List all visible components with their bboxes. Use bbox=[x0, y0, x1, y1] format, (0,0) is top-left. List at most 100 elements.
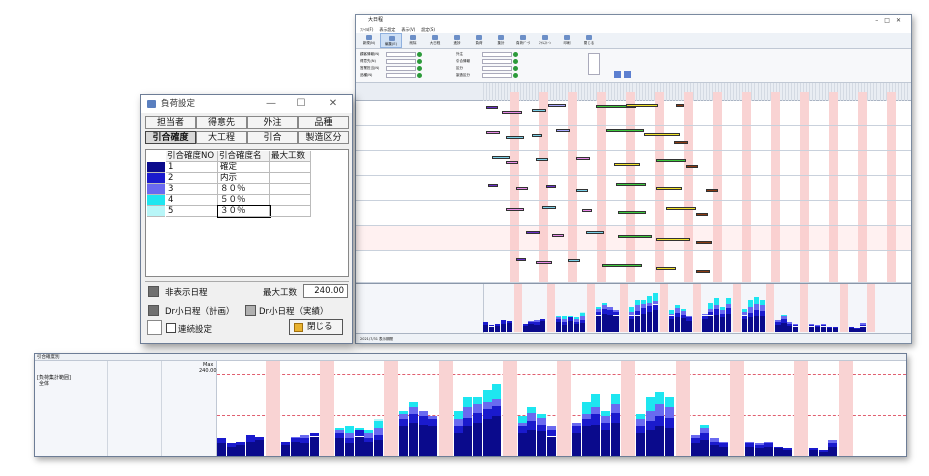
toolbar-button[interactable]: 削除 bbox=[402, 33, 424, 48]
search-icon[interactable] bbox=[417, 73, 422, 78]
filter-field[interactable] bbox=[482, 66, 512, 71]
color-swatch[interactable] bbox=[147, 206, 165, 217]
toolbar-button[interactable]: 負荷 bbox=[468, 33, 490, 48]
gantt-task-bar[interactable] bbox=[656, 267, 676, 270]
toolbar-button[interactable]: 負荷ﾃﾞｰﾀ bbox=[512, 33, 534, 48]
menu-item[interactable]: 設定(S) bbox=[421, 27, 435, 32]
maximize-icon[interactable]: ☐ bbox=[291, 95, 311, 113]
gantt-task-bar[interactable] bbox=[626, 104, 658, 107]
gantt-task-bar[interactable] bbox=[486, 106, 498, 109]
gantt-task-bar[interactable] bbox=[696, 213, 708, 216]
toolbar-button[interactable]: 閉じる bbox=[578, 33, 600, 48]
close-icon[interactable]: ✕ bbox=[323, 95, 343, 113]
tab-tokuisaki[interactable]: 得意先 bbox=[196, 116, 247, 129]
cell-no[interactable]: 3 bbox=[166, 184, 218, 195]
toolbar-button[interactable]: 印刷 bbox=[556, 33, 578, 48]
gantt-task-bar[interactable] bbox=[606, 129, 644, 132]
col-header-no[interactable]: 引合確度NO bbox=[166, 151, 218, 162]
gantt-task-bar[interactable] bbox=[576, 157, 590, 160]
gantt-task-bar[interactable] bbox=[486, 131, 500, 134]
toolbar-button[interactable]: ﾏｲﾙｽﾄｰﾝ bbox=[534, 33, 556, 48]
gantt-task-bar[interactable] bbox=[548, 104, 566, 107]
gantt-task-bar[interactable] bbox=[618, 235, 652, 238]
tab-daikoutei[interactable]: 大工程 bbox=[196, 131, 247, 144]
dr-actual-swatch[interactable] bbox=[245, 305, 256, 316]
cell-max[interactable] bbox=[270, 195, 311, 206]
color-swatch[interactable] bbox=[147, 195, 165, 206]
search-icon[interactable] bbox=[513, 52, 518, 57]
toolbar-button[interactable]: 編集(E) bbox=[380, 33, 402, 48]
menu-item[interactable]: ﾌｧｲﾙ(F) bbox=[360, 27, 373, 32]
cell-name[interactable]: 確定 bbox=[218, 162, 270, 173]
gantt-task-bar[interactable] bbox=[506, 208, 524, 211]
gantt-row[interactable] bbox=[356, 176, 911, 201]
search-icon[interactable] bbox=[417, 66, 422, 71]
tab-hikiai[interactable]: 引合 bbox=[247, 131, 298, 144]
filter-field[interactable] bbox=[482, 59, 512, 64]
dr-plan-swatch[interactable] bbox=[148, 305, 159, 316]
menu-item[interactable]: 表示設定 bbox=[379, 27, 395, 32]
tab-hikiai-kakudo[interactable]: 引合確度 bbox=[145, 131, 196, 144]
cell-name[interactable]: ５０％ bbox=[218, 195, 270, 206]
gantt-task-bar[interactable] bbox=[586, 231, 604, 234]
gantt-row[interactable] bbox=[356, 226, 911, 251]
gantt-task-bar[interactable] bbox=[536, 158, 548, 161]
continuous-checkbox[interactable] bbox=[166, 323, 176, 333]
tab-tantousha[interactable]: 担当者 bbox=[145, 116, 196, 129]
nav-next-icon[interactable] bbox=[624, 71, 631, 78]
cell-no[interactable]: 4 bbox=[166, 195, 218, 206]
max-workload-input[interactable]: 240.00 bbox=[303, 284, 348, 298]
gantt-task-bar[interactable] bbox=[696, 270, 710, 273]
cell-name[interactable]: 内示 bbox=[218, 173, 270, 184]
cell-no[interactable]: 1 bbox=[166, 162, 218, 173]
col-header-max[interactable]: 最大工数 bbox=[270, 151, 311, 162]
filter-field[interactable] bbox=[386, 73, 416, 78]
search-icon[interactable] bbox=[513, 73, 518, 78]
gantt-task-bar[interactable] bbox=[526, 231, 540, 234]
color-swatch[interactable] bbox=[147, 162, 165, 173]
color-swatch[interactable] bbox=[147, 184, 165, 195]
cell-no[interactable]: 5 bbox=[166, 206, 218, 217]
gantt-task-bar[interactable] bbox=[582, 209, 592, 212]
search-icon[interactable] bbox=[513, 66, 518, 71]
gantt-task-bar[interactable] bbox=[492, 156, 510, 159]
cell-name[interactable]: ３０％ bbox=[217, 205, 271, 218]
filter-field[interactable] bbox=[482, 52, 512, 57]
toolbar-button[interactable]: 進捗 bbox=[446, 33, 468, 48]
gantt-task-bar[interactable] bbox=[532, 134, 542, 137]
gantt-task-bar[interactable] bbox=[616, 183, 646, 186]
filter-field[interactable] bbox=[386, 66, 416, 71]
nav-prev-icon[interactable] bbox=[614, 71, 621, 78]
search-icon[interactable] bbox=[417, 59, 422, 64]
color-swatch[interactable] bbox=[147, 173, 165, 184]
gantt-task-bar[interactable] bbox=[556, 129, 570, 132]
col-header-name[interactable]: 引合確度名 bbox=[218, 151, 270, 162]
gantt-row[interactable] bbox=[356, 251, 911, 283]
gantt-task-bar[interactable] bbox=[618, 211, 646, 214]
gantt-task-bar[interactable] bbox=[676, 104, 684, 107]
filter-field[interactable] bbox=[386, 52, 416, 57]
toolbar-button[interactable]: 集計 bbox=[490, 33, 512, 48]
gantt-task-bar[interactable] bbox=[686, 165, 698, 168]
minimize-icon[interactable]: — bbox=[261, 95, 281, 113]
menu-item[interactable]: 表示(V) bbox=[401, 27, 415, 32]
tab-gaichu[interactable]: 外注 bbox=[247, 116, 298, 129]
gantt-task-bar[interactable] bbox=[536, 261, 552, 264]
gantt-task-bar[interactable] bbox=[576, 189, 588, 192]
gantt-task-bar[interactable] bbox=[656, 238, 690, 241]
gantt-task-bar[interactable] bbox=[644, 133, 680, 136]
toolbar-button[interactable]: 大日程 bbox=[424, 33, 446, 48]
gantt-task-bar[interactable] bbox=[516, 258, 526, 261]
gantt-task-bar[interactable] bbox=[706, 189, 718, 192]
gantt-task-bar[interactable] bbox=[602, 264, 642, 267]
toolbar-button[interactable]: 新規(N) bbox=[358, 33, 380, 48]
gantt-task-bar[interactable] bbox=[502, 111, 522, 114]
cell-max[interactable] bbox=[270, 162, 311, 173]
hidden-schedule-swatch[interactable] bbox=[148, 286, 159, 297]
window-controls[interactable]: –□✕ bbox=[875, 15, 907, 26]
gantt-task-bar[interactable] bbox=[656, 159, 686, 162]
gantt-task-bar[interactable] bbox=[674, 141, 688, 144]
gantt-task-bar[interactable] bbox=[506, 161, 518, 164]
gantt-task-bar[interactable] bbox=[666, 207, 696, 210]
gantt-task-bar[interactable] bbox=[552, 234, 564, 237]
